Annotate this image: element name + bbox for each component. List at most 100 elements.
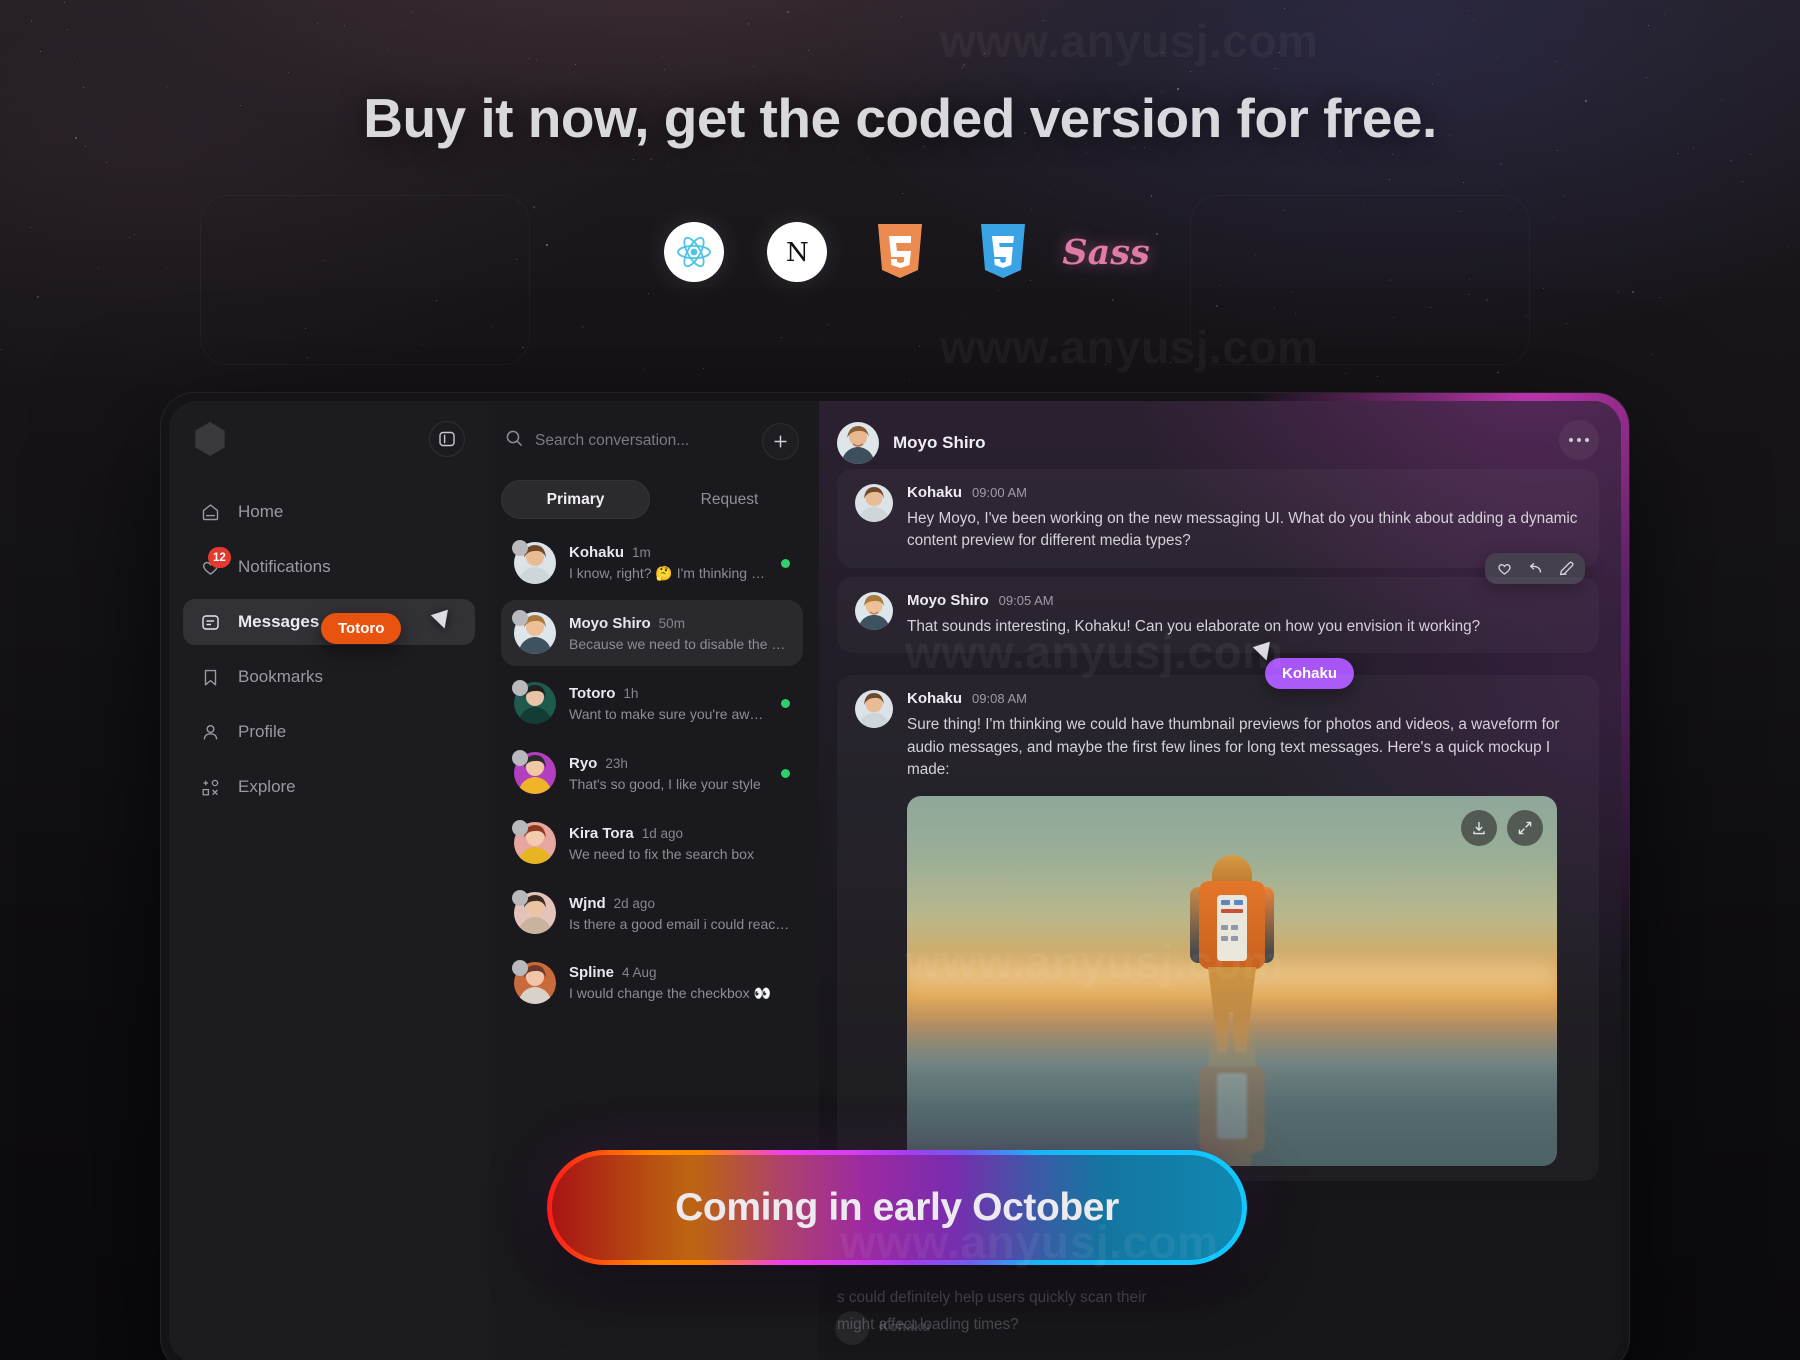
person-icon	[199, 721, 221, 743]
message-attachment-image[interactable]	[907, 795, 1557, 1166]
sidebar-item-label: Bookmarks	[238, 667, 324, 686]
reply-icon[interactable]	[1526, 560, 1544, 577]
message-time: 09:05 AM	[998, 592, 1054, 608]
conversation-item[interactable]: Moyo Shiro 50m Because we need to disable …	[501, 600, 803, 666]
conversation-time: 1d ago	[641, 825, 684, 841]
conversation-preview: That's so good, I like your style	[569, 775, 761, 792]
conversation-name: Kohaku	[569, 544, 625, 561]
watermark: www.anyusj.com	[940, 14, 1319, 68]
online-status-dot	[781, 698, 790, 708]
faded-chat-message: s could definitely help users quickly sc…	[835, 1287, 1599, 1345]
sidebar-item-label: Notifications	[238, 557, 331, 576]
conversation-name: Kira Tora	[569, 824, 634, 842]
avatar	[855, 690, 893, 729]
sidebar: Home 12 Notifications Messages Bookmarks…	[169, 401, 489, 1360]
notification-badge: 12	[208, 547, 231, 568]
conversation-time: 50m	[658, 615, 685, 631]
sidebar-item-label: Home	[238, 502, 284, 521]
avatar	[835, 1311, 869, 1345]
conversation-preview: Want to make sure you're aware of the p…	[569, 705, 768, 722]
avatar	[512, 820, 556, 864]
mouse-cursor-totoro	[430, 609, 454, 632]
online-status-dot	[781, 768, 790, 778]
conversation-time: 23h	[605, 755, 628, 771]
like-icon[interactable]	[1496, 560, 1513, 577]
chat-message: Kohaku 09:00 AM Hey Moyo, I've been work…	[837, 469, 1599, 584]
conversation-item[interactable]: Kohaku 1m I know, right? 🤔 I'm thinking we…	[501, 530, 803, 596]
sidebar-item-notifications[interactable]: 12 Notifications	[183, 544, 475, 590]
chat-title: Moyo Shiro	[893, 433, 986, 452]
message-author: Kohaku	[907, 484, 963, 501]
explore-icon	[199, 776, 221, 798]
conversation-tabs: Primary Request	[501, 480, 803, 519]
page-root: www.anyusj.com www.anyusj.com Buy it now…	[0, 0, 1800, 1360]
svg-text:N: N	[786, 238, 809, 268]
cta-label: Coming in early October	[675, 1185, 1119, 1229]
message-text: That sounds interesting, Kohaku! Can you…	[907, 617, 1481, 635]
sidebar-item-explore[interactable]: Explore	[183, 764, 475, 810]
conversation-item[interactable]: Wjnd 2d ago Is there a good email i could …	[501, 880, 803, 946]
avatar	[512, 750, 556, 794]
conversation-item[interactable]: Ryo 23h That's so good, I like your style	[501, 740, 803, 806]
conversation-list: Kohaku 1m I know, right? 🤔 I'm thinking we…	[501, 530, 803, 1016]
sidebar-item-label: Profile	[238, 722, 287, 741]
conversation-time: 4 Aug	[622, 965, 657, 980]
sidebar-item-label: Messages	[238, 612, 320, 631]
conversation-preview: Is there a good email i could reach you …	[569, 915, 790, 932]
faded-message-author: Kohaku	[879, 1318, 931, 1334]
chat-message: Moyo Shiro 09:05 AM That sounds interest…	[837, 577, 1599, 653]
more-options-icon[interactable]	[1559, 420, 1599, 460]
message-text: Hey Moyo, I've been working on the new m…	[907, 510, 1578, 550]
avatar	[512, 890, 556, 934]
conversation-name: Ryo	[569, 754, 598, 772]
status-overlay-dot	[512, 960, 528, 976]
conversation-preview: We need to fix the search box	[569, 845, 754, 862]
avatar	[855, 484, 893, 522]
avatar	[837, 422, 879, 464]
avatar	[512, 960, 556, 1004]
message-icon	[199, 611, 221, 633]
sidebar-item-bookmarks[interactable]: Bookmarks	[183, 654, 475, 700]
tab-request[interactable]: Request	[656, 480, 803, 519]
avatar	[855, 591, 893, 630]
cta-button[interactable]: Coming in early October	[547, 1150, 1247, 1265]
panel-collapse-icon[interactable]	[429, 421, 465, 457]
tech-stack-row: N Sass	[0, 222, 1800, 282]
expand-icon[interactable]	[1507, 809, 1543, 846]
message-time: 09:00 AM	[972, 485, 1027, 500]
chat-header: Moyo Shiro	[837, 417, 1599, 469]
status-overlay-dot	[512, 820, 528, 836]
message-time: 09:08 AM	[972, 691, 1027, 707]
message-text: Sure thing! I'm thinking we could have t…	[907, 716, 1560, 779]
bookmark-icon	[199, 666, 221, 688]
astronaut-reflection	[1196, 1029, 1268, 1166]
nextjs-icon: N	[767, 222, 827, 282]
hexagon-logo	[195, 422, 225, 456]
status-overlay-dot	[512, 750, 528, 766]
faded-message-line-1: s could definitely help users quickly sc…	[837, 1289, 1147, 1307]
conversation-preview: I know, right? 🤔 I'm thinking we could u…	[569, 565, 768, 581]
sidebar-item-profile[interactable]: Profile	[183, 709, 475, 755]
avatar	[512, 540, 556, 584]
status-overlay-dot	[512, 890, 528, 906]
conversation-item[interactable]: Kira Tora 1d ago We need to fix the search…	[501, 810, 803, 876]
search-icon	[505, 429, 524, 453]
conversation-name: Spline	[569, 964, 615, 981]
watermark: www.anyusj.com	[940, 320, 1319, 374]
conversation-time: 1m	[632, 545, 651, 560]
tab-primary[interactable]: Primary	[501, 480, 650, 519]
page-headline: Buy it now, get the coded version for fr…	[363, 87, 1437, 149]
react-icon	[664, 222, 724, 282]
conversation-item[interactable]: Totoro 1h Want to make sure you're aware o…	[501, 670, 803, 736]
conversation-preview: Because we need to disable the zoom	[569, 635, 790, 652]
search-input[interactable]	[535, 432, 752, 450]
sidebar-item-home[interactable]: Home	[183, 489, 475, 535]
faded-message-line-2: might affect loading times?	[837, 1316, 1019, 1334]
edit-icon[interactable]	[1557, 560, 1574, 577]
conversation-item[interactable]: Spline 4 Aug I would change the checkbox 👀	[501, 950, 803, 1016]
avatar	[512, 610, 556, 654]
download-icon[interactable]	[1461, 809, 1497, 846]
html5-icon	[870, 222, 930, 282]
new-conversation-button[interactable]	[762, 422, 799, 460]
status-overlay-dot	[512, 540, 528, 556]
